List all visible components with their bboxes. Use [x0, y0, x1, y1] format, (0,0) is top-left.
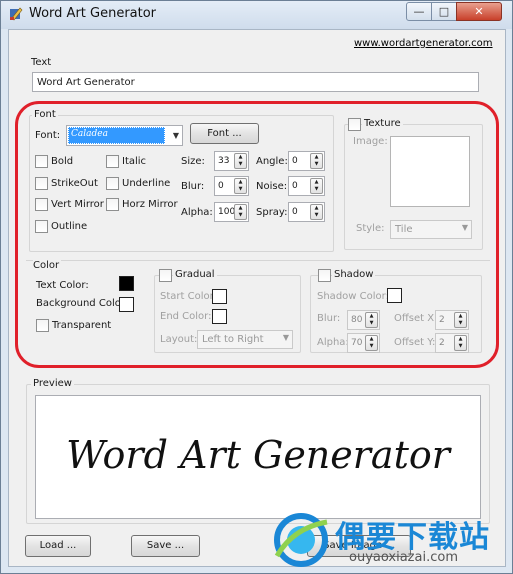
save-button[interactable]: Save ... [131, 535, 200, 557]
window-title: Word Art Generator [29, 6, 157, 21]
preview-text: Word Art Generator [66, 433, 450, 477]
main-panel: www.wordartgenerator.com Text Word Art G… [8, 29, 506, 567]
minimize-button[interactable]: — [406, 2, 432, 21]
highlight-outline [15, 101, 499, 368]
preview-canvas: Word Art Generator [35, 395, 481, 519]
app-window: Word Art Generator — □ ✕ www.wordartgene… [0, 0, 513, 574]
watermark-logo-icon [274, 513, 328, 567]
preview-group: Preview Word Art Generator [26, 378, 490, 524]
text-group-title: Text [31, 57, 52, 68]
app-icon [10, 7, 23, 21]
website-link[interactable]: www.wordartgenerator.com [354, 38, 493, 49]
title-bar[interactable]: Word Art Generator — □ ✕ [1, 1, 512, 29]
maximize-button[interactable]: □ [431, 2, 457, 21]
load-button[interactable]: Load ... [25, 535, 91, 557]
watermark-url: ouyaoxiazai.com [349, 550, 458, 565]
close-button[interactable]: ✕ [456, 2, 502, 21]
text-group: Text Word Art Generator [26, 57, 489, 99]
text-input-value: Word Art Generator [37, 77, 135, 88]
watermark: 偶要下载站 ouyaoxiazai.com [269, 506, 507, 568]
text-input[interactable]: Word Art Generator [32, 72, 479, 92]
preview-group-title: Preview [31, 378, 74, 389]
